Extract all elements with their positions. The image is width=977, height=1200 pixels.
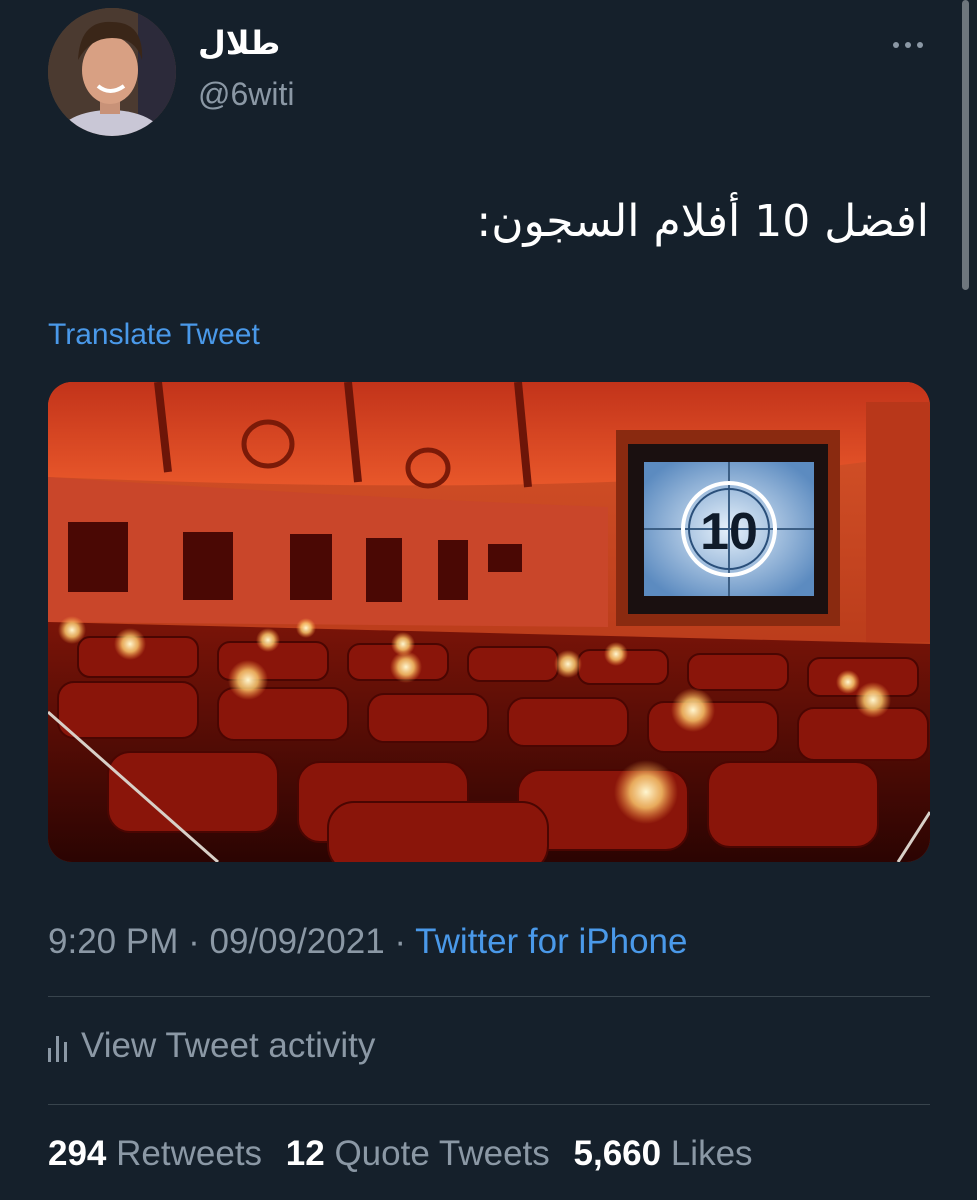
more-dot-icon (905, 42, 911, 48)
likes-stat[interactable]: 5,660 Likes (574, 1134, 753, 1173)
retweets-count: 294 (48, 1134, 107, 1173)
retweets-label: Retweets (116, 1134, 263, 1173)
quote-tweets-label: Quote Tweets (334, 1134, 550, 1173)
tweet-time: 9:20 PM (48, 922, 179, 961)
scrollbar[interactable] (962, 0, 969, 290)
tweet-meta: 9:20 PM · 09/09/2021 · Twitter for iPhon… (48, 922, 687, 962)
more-options-button[interactable] (888, 30, 928, 60)
tweet-stats: 294 Retweets 12 Quote Tweets 5,660 Likes (48, 1134, 767, 1174)
divider (48, 1104, 930, 1105)
view-tweet-activity-button[interactable]: View Tweet activity (48, 1026, 375, 1066)
retweets-stat[interactable]: 294 Retweets (48, 1134, 262, 1173)
avatar[interactable] (48, 8, 176, 136)
more-dot-icon (917, 42, 923, 48)
author-handle[interactable]: @6witi (198, 76, 295, 113)
author-display-name[interactable]: طلال (198, 24, 280, 62)
view-tweet-activity-label: View Tweet activity (81, 1026, 376, 1065)
bar-chart-icon (48, 1030, 67, 1062)
translate-tweet-link[interactable]: Translate Tweet (48, 318, 260, 352)
meta-separator: · (394, 922, 407, 961)
tweet-media-image[interactable]: 10 (48, 382, 930, 862)
likes-label: Likes (670, 1134, 753, 1173)
quote-tweets-count: 12 (285, 1134, 325, 1173)
tweet-text: افضل 10 أفلام السجون: (476, 196, 929, 247)
tweet-source-link[interactable]: Twitter for iPhone (415, 922, 687, 961)
meta-separator: · (188, 922, 200, 961)
divider (48, 996, 930, 997)
likes-count: 5,660 (573, 1134, 662, 1173)
more-dot-icon (893, 42, 899, 48)
quote-tweets-stat[interactable]: 12 Quote Tweets (286, 1134, 550, 1173)
tweet-date: 09/09/2021 (209, 922, 385, 961)
screen-number: 10 (700, 503, 758, 561)
